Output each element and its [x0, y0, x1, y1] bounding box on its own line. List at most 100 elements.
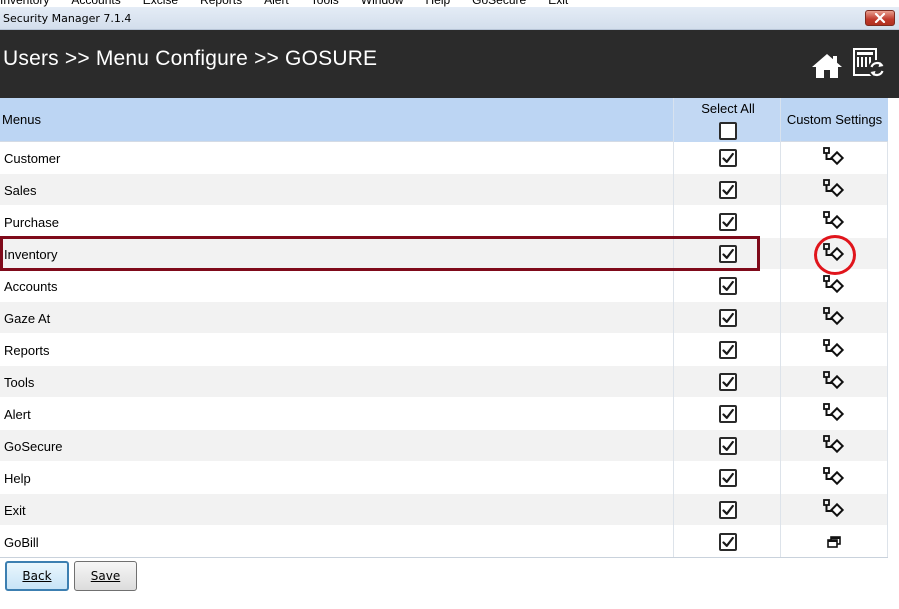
- menu-name: Sales: [4, 183, 37, 198]
- menubar-item[interactable]: Alert: [264, 0, 289, 7]
- save-button[interactable]: Save: [74, 561, 137, 591]
- home-button[interactable]: [811, 52, 843, 80]
- menu-row[interactable]: Alert: [0, 398, 888, 430]
- save-button-label: Save: [90, 569, 121, 583]
- menu-name: Alert: [4, 407, 31, 422]
- custom-settings-cell: [781, 206, 888, 238]
- menu-row[interactable]: Inventory: [0, 238, 888, 270]
- menu-row[interactable]: Tools: [0, 366, 888, 398]
- menubar-item[interactable]: Excise: [143, 0, 178, 7]
- menu-row[interactable]: Exit: [0, 494, 888, 526]
- window-restore-icon[interactable]: [822, 531, 848, 553]
- grid-header: Menus Select All Custom Settings: [0, 98, 888, 142]
- menu-config-grid: Menus Select All Custom Settings Custome…: [0, 98, 888, 558]
- menu-select-checkbox[interactable]: [719, 213, 737, 231]
- menu-select-checkbox[interactable]: [719, 277, 737, 295]
- menu-select-checkbox[interactable]: [719, 149, 737, 167]
- custom-settings-cell: [781, 174, 888, 206]
- menu-select-checkbox[interactable]: [719, 181, 737, 199]
- menu-row[interactable]: Customer: [0, 142, 888, 174]
- select-cell: [673, 462, 781, 494]
- menu-select-checkbox[interactable]: [719, 501, 737, 519]
- select-all-column-header: Select All: [673, 98, 781, 142]
- menu-name: Help: [4, 471, 31, 486]
- custom-settings-cell: [781, 398, 888, 430]
- menu-select-checkbox[interactable]: [719, 309, 737, 327]
- select-cell: [673, 398, 781, 430]
- custom-settings-cell: [781, 462, 888, 494]
- custom-settings-icon[interactable]: [822, 403, 848, 425]
- menu-row[interactable]: Gaze At: [0, 302, 888, 334]
- menu-select-checkbox[interactable]: [719, 437, 737, 455]
- menu-name: Gaze At: [4, 311, 51, 326]
- menubar-item[interactable]: Help: [425, 0, 450, 7]
- menu-row[interactable]: Reports: [0, 334, 888, 366]
- custom-settings-icon[interactable]: [822, 435, 848, 457]
- back-button-label: Back: [22, 569, 52, 583]
- custom-settings-label: Custom Settings: [786, 112, 883, 127]
- menu-name: Inventory: [4, 247, 58, 262]
- select-all-checkbox[interactable]: [719, 122, 737, 140]
- menu-select-checkbox[interactable]: [719, 245, 737, 263]
- menu-row[interactable]: Accounts: [0, 270, 888, 302]
- menu-name: Purchase: [4, 215, 59, 230]
- custom-settings-icon[interactable]: [822, 179, 848, 201]
- menubar-item[interactable]: Window: [361, 0, 404, 7]
- menubar-item[interactable]: Reports: [200, 0, 242, 7]
- custom-settings-icon[interactable]: [822, 307, 848, 329]
- menu-row[interactable]: Help: [0, 462, 888, 494]
- custom-settings-icon[interactable]: [822, 371, 848, 393]
- custom-settings-icon[interactable]: [822, 339, 848, 361]
- custom-settings-column-header: Custom Settings: [781, 98, 888, 142]
- menu-name: Tools: [4, 375, 35, 390]
- custom-settings-icon[interactable]: [822, 467, 848, 489]
- home-icon: [812, 54, 842, 78]
- menu-name: GoSecure: [4, 439, 63, 454]
- custom-settings-icon[interactable]: [822, 275, 848, 297]
- custom-settings-cell: [781, 334, 888, 366]
- close-icon: [874, 13, 886, 23]
- select-cell: [673, 238, 781, 270]
- menu-row[interactable]: Sales: [0, 174, 888, 206]
- custom-settings-cell: [781, 302, 888, 334]
- close-button[interactable]: [865, 10, 895, 26]
- custom-settings-icon[interactable]: [822, 243, 848, 265]
- select-cell: [673, 494, 781, 526]
- menubar-item[interactable]: Exit: [548, 0, 568, 7]
- menu-row[interactable]: GoBill: [0, 526, 888, 558]
- custom-settings-cell: [781, 142, 888, 174]
- custom-settings-cell: [781, 430, 888, 462]
- menu-row[interactable]: Purchase: [0, 206, 888, 238]
- menu-name: GoBill: [4, 535, 39, 550]
- select-cell: [673, 334, 781, 366]
- custom-settings-cell: [781, 366, 888, 398]
- custom-settings-icon[interactable]: [822, 499, 848, 521]
- select-cell: [673, 526, 781, 558]
- menubar-item[interactable]: GoSecure: [472, 0, 526, 7]
- select-cell: [673, 206, 781, 238]
- menubar-item[interactable]: Accounts: [71, 0, 120, 7]
- menu-select-checkbox[interactable]: [719, 373, 737, 391]
- custom-settings-cell: [781, 238, 888, 270]
- back-button[interactable]: Back: [5, 561, 69, 591]
- window-title: Security Manager 7.1.4: [3, 12, 132, 25]
- select-cell: [673, 174, 781, 206]
- menubar-item[interactable]: Inventory: [0, 0, 49, 7]
- menubar-item[interactable]: Tools: [311, 0, 339, 7]
- menu-select-checkbox[interactable]: [719, 533, 737, 551]
- custom-settings-cell: [781, 494, 888, 526]
- breadcrumb: Users >> Menu Configure >> GOSURE: [3, 47, 378, 70]
- custom-settings-icon[interactable]: [822, 147, 848, 169]
- custom-settings-icon[interactable]: [822, 211, 848, 233]
- menus-column-header: Menus: [2, 112, 42, 127]
- select-all-label: Select All: [701, 101, 755, 116]
- menu-select-checkbox[interactable]: [719, 341, 737, 359]
- menu-select-checkbox[interactable]: [719, 405, 737, 423]
- menu-select-checkbox[interactable]: [719, 469, 737, 487]
- select-cell: [673, 302, 781, 334]
- menu-row[interactable]: GoSecure: [0, 430, 888, 462]
- grid-bottom-border: [0, 557, 888, 558]
- select-cell: [673, 270, 781, 302]
- window-titlebar: Security Manager 7.1.4: [0, 7, 899, 30]
- reset-button[interactable]: [852, 47, 886, 79]
